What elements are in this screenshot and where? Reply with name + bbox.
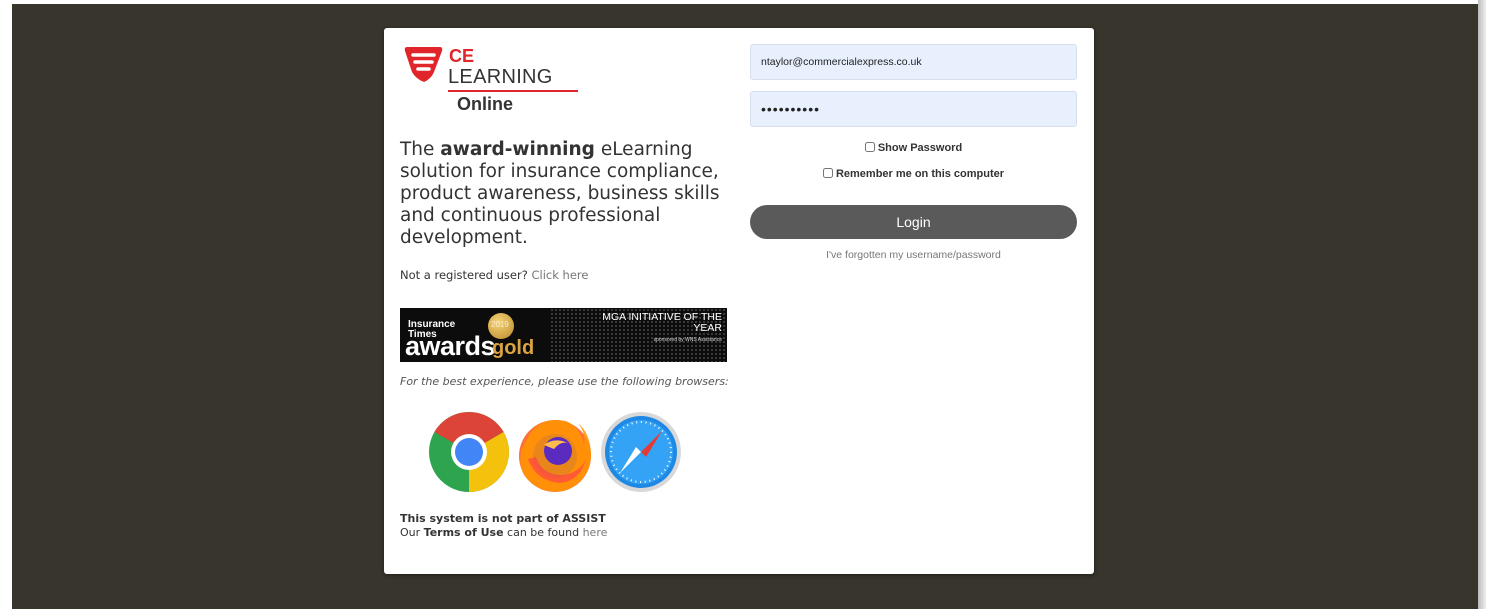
terms-prefix: Our xyxy=(400,526,424,539)
ce-shield-icon xyxy=(404,47,443,82)
system-notice: This system is not part of ASSIST Our Te… xyxy=(400,512,607,540)
tagline-prefix: The xyxy=(400,139,441,160)
terms-line: Our Terms of Use can be found here xyxy=(400,526,607,540)
remember-me-label: Remember me on this computer xyxy=(835,168,1005,180)
register-prompt: Not a registered user? Click here xyxy=(400,268,588,282)
email-field[interactable] xyxy=(750,44,1077,80)
banner-sponsor: sponsored by WNS Assistance xyxy=(653,337,722,343)
logo-ce-text: CE xyxy=(449,46,475,66)
login-button[interactable]: Login xyxy=(750,205,1077,239)
window-edge xyxy=(1478,0,1486,609)
login-card: CE LEARNING Online The award-winning eLe… xyxy=(384,28,1094,574)
banner-year: 2019 xyxy=(491,320,509,329)
logo-divider xyxy=(448,90,578,92)
password-field[interactable] xyxy=(750,91,1077,127)
terms-middle: can be found xyxy=(503,526,583,539)
safari-icon xyxy=(601,412,681,492)
tagline: The award-winning eLearning solution for… xyxy=(400,139,740,249)
award-banner: Insurance Times awards 2019 gold MGA INI… xyxy=(400,308,727,362)
register-link[interactable]: Click here xyxy=(531,268,588,282)
tagline-bold: award-winning xyxy=(440,139,595,160)
firefox-icon xyxy=(519,420,591,492)
ce-learning-logo: CE LEARNING Online xyxy=(404,44,578,114)
banner-awards: awards xyxy=(405,331,496,361)
register-text: Not a registered user? xyxy=(400,268,532,282)
forgot-credentials-link[interactable]: I've forgotten my username/password xyxy=(750,249,1077,261)
banner-title: MGA INITIATIVE OF THE YEAR xyxy=(602,311,722,334)
banner-gold: gold xyxy=(492,337,535,359)
remember-me-row: Remember me on this computer xyxy=(750,168,1077,180)
show-password-checkbox[interactable] xyxy=(864,142,875,152)
logo-online-text: Online xyxy=(457,94,514,114)
terms-of-use: Terms of Use xyxy=(423,526,504,539)
assist-notice: This system is not part of ASSIST xyxy=(400,512,606,525)
terms-link[interactable]: here xyxy=(583,526,608,539)
browsers-note: For the best experience, please use the … xyxy=(400,375,729,388)
show-password-label: Show Password xyxy=(877,142,963,154)
remember-me-checkbox[interactable] xyxy=(822,168,833,178)
chrome-icon xyxy=(429,412,509,492)
logo-learning-text: LEARNING xyxy=(448,66,553,88)
show-password-row: Show Password xyxy=(750,142,1077,154)
